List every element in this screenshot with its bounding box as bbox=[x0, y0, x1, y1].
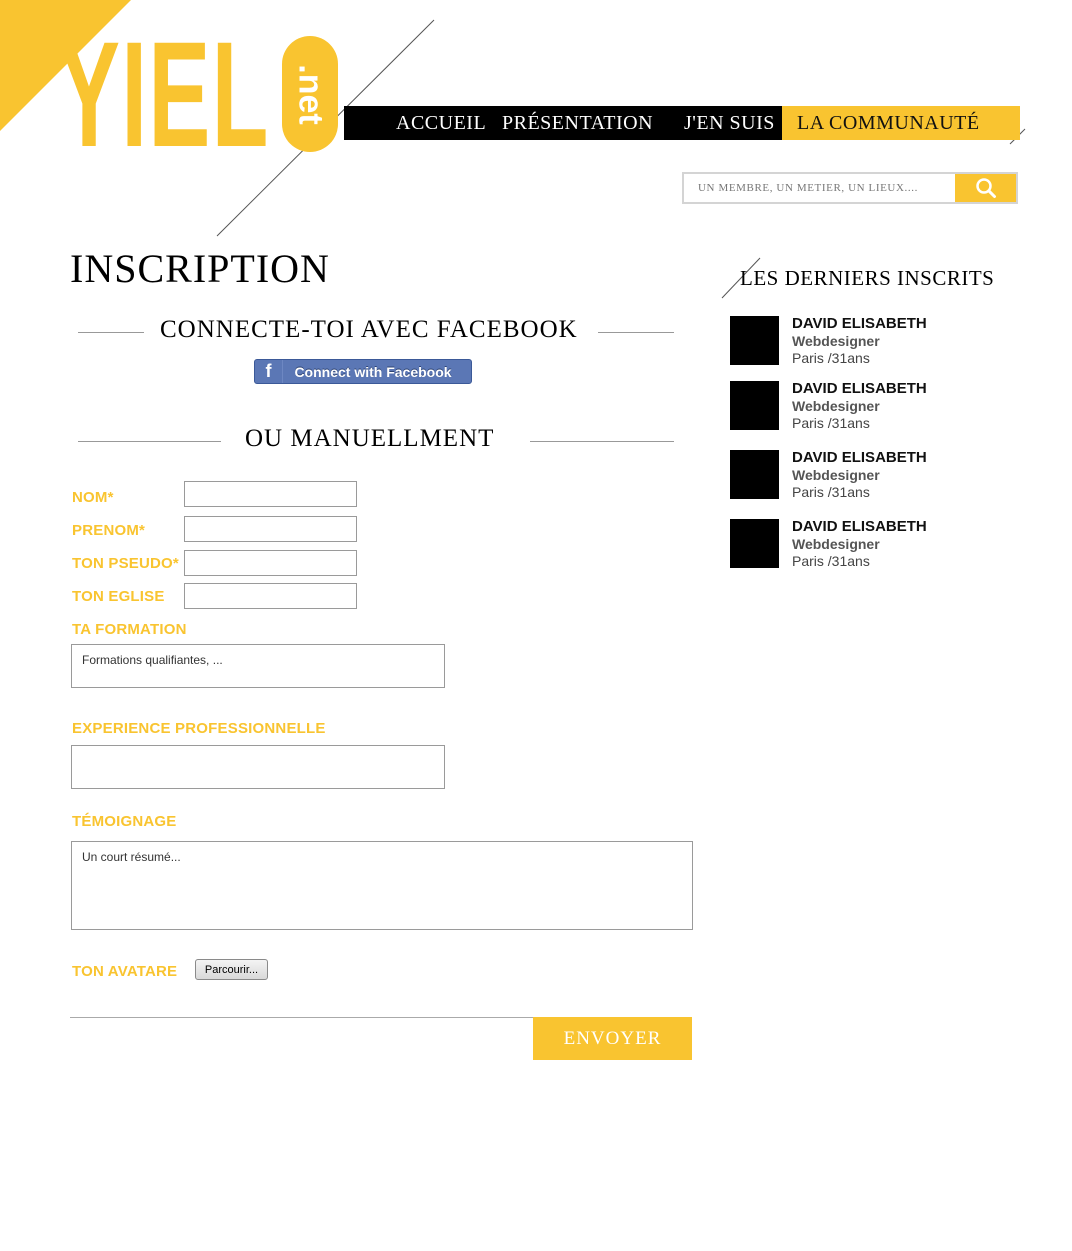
page-title: INSCRIPTION bbox=[70, 246, 330, 291]
member-job: Webdesigner bbox=[792, 467, 880, 483]
avatar[interactable] bbox=[730, 519, 779, 568]
member-location: Paris /31ans bbox=[792, 484, 870, 500]
member-location: Paris /31ans bbox=[792, 350, 870, 366]
formation-label: TA FORMATION bbox=[72, 621, 187, 638]
divider bbox=[598, 332, 674, 333]
submit-button[interactable]: ENVOYER bbox=[533, 1017, 692, 1060]
logo-wordmark[interactable]: YIEL bbox=[58, 19, 270, 169]
search-input[interactable] bbox=[686, 176, 954, 200]
member-location: Paris /31ans bbox=[792, 553, 870, 569]
temoignage-field[interactable] bbox=[71, 841, 693, 930]
member-name[interactable]: DAVID ELISABETH bbox=[792, 518, 927, 535]
member-job: Webdesigner bbox=[792, 333, 880, 349]
eglise-field[interactable] bbox=[184, 583, 357, 609]
nom-field[interactable] bbox=[184, 481, 357, 507]
prenom-label: PRENOM* bbox=[72, 522, 146, 539]
avatar[interactable] bbox=[730, 381, 779, 430]
connect-facebook-button[interactable]: f Connect with Facebook bbox=[254, 359, 472, 384]
sidebar-title: LES DERNIERS INSCRITS bbox=[740, 266, 995, 290]
nav-item-la-communaute[interactable]: LA COMMUNAUTÉ bbox=[797, 106, 980, 140]
browse-file-button[interactable]: Parcourir... bbox=[195, 959, 268, 980]
manual-heading: OU MANUELLMENT bbox=[245, 425, 495, 452]
search-icon bbox=[975, 178, 996, 198]
logo-net-suffix: .net bbox=[282, 36, 338, 152]
avatar[interactable] bbox=[730, 450, 779, 499]
divider bbox=[78, 441, 221, 442]
formation-field[interactable] bbox=[71, 644, 445, 688]
pseudo-field[interactable] bbox=[184, 550, 357, 576]
nav-item-jen-suis[interactable]: J'EN SUIS bbox=[684, 106, 775, 140]
divider bbox=[530, 441, 674, 442]
avatar-label: TON AVATARE bbox=[72, 963, 178, 980]
eglise-label: TON EGLISE bbox=[72, 588, 165, 605]
member-job: Webdesigner bbox=[792, 398, 880, 414]
pseudo-label: TON PSEUDO* bbox=[72, 555, 179, 572]
facebook-heading: CONNECTE-TOI AVEC FACEBOOK bbox=[160, 316, 578, 343]
connect-facebook-label: Connect with Facebook bbox=[294, 363, 452, 380]
nav-item-presentation[interactable]: PRÉSENTATION bbox=[502, 106, 653, 140]
member-name[interactable]: DAVID ELISABETH bbox=[792, 315, 927, 332]
member-name[interactable]: DAVID ELISABETH bbox=[792, 449, 927, 466]
logo-net-text: .net bbox=[291, 63, 330, 125]
member-job: Webdesigner bbox=[792, 536, 880, 552]
divider bbox=[78, 332, 144, 333]
member-location: Paris /31ans bbox=[792, 415, 870, 431]
nom-label: NOM* bbox=[72, 489, 114, 506]
experience-field[interactable] bbox=[71, 745, 445, 789]
form-divider bbox=[70, 1017, 534, 1018]
facebook-icon: f bbox=[255, 360, 283, 383]
avatar[interactable] bbox=[730, 316, 779, 365]
temoignage-label: TÉMOIGNAGE bbox=[72, 813, 177, 830]
member-name[interactable]: DAVID ELISABETH bbox=[792, 380, 927, 397]
experience-label: EXPERIENCE PROFESSIONNELLE bbox=[72, 720, 326, 737]
prenom-field[interactable] bbox=[184, 516, 357, 542]
nav-item-accueil[interactable]: ACCUEIL bbox=[396, 106, 486, 140]
search-button[interactable] bbox=[955, 174, 1016, 202]
